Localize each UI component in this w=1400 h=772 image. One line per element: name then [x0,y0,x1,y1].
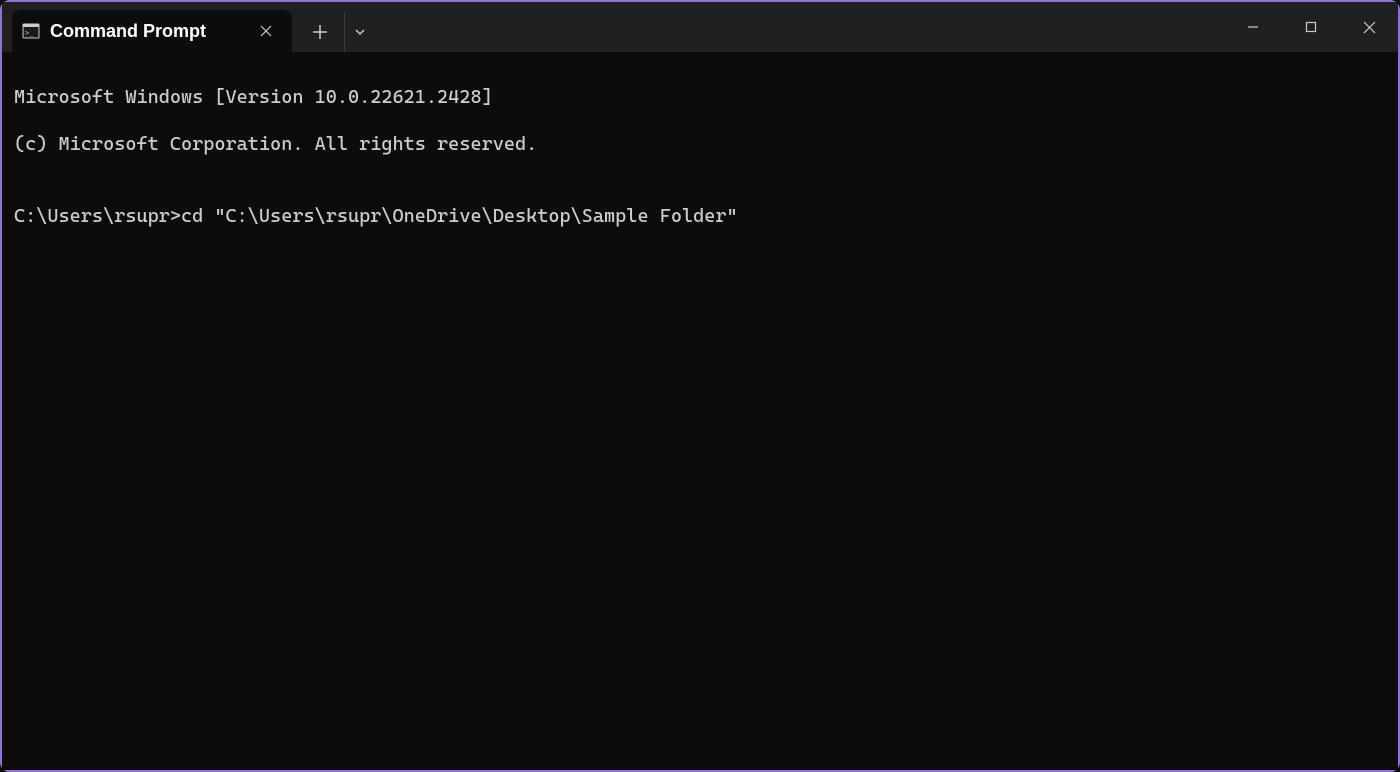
tab-dropdown-button[interactable] [344,12,374,52]
terminal-output-line: (c) Microsoft Corporation. All rights re… [14,133,1386,157]
close-button[interactable] [1340,2,1398,52]
terminal-prompt-line: C:\Users\rsupr>cd "C:\Users\rsupr\OneDri… [14,205,1386,229]
minimize-button[interactable] [1224,2,1282,52]
tab-close-button[interactable] [254,19,278,43]
terminal-output-line: Microsoft Windows [Version 10.0.22621.24… [14,86,1386,110]
svg-text:>_: >_ [25,29,34,37]
tab-title: Command Prompt [50,21,244,42]
terminal-content[interactable]: Microsoft Windows [Version 10.0.22621.24… [2,52,1398,770]
titlebar: >_ Command Prompt [2,2,1398,52]
tab-command-prompt[interactable]: >_ Command Prompt [12,10,292,52]
maximize-button[interactable] [1282,2,1340,52]
command-prompt-icon: >_ [22,22,40,40]
tab-area: >_ Command Prompt [2,2,374,52]
new-tab-button[interactable] [300,12,340,52]
window-controls [1224,2,1398,52]
